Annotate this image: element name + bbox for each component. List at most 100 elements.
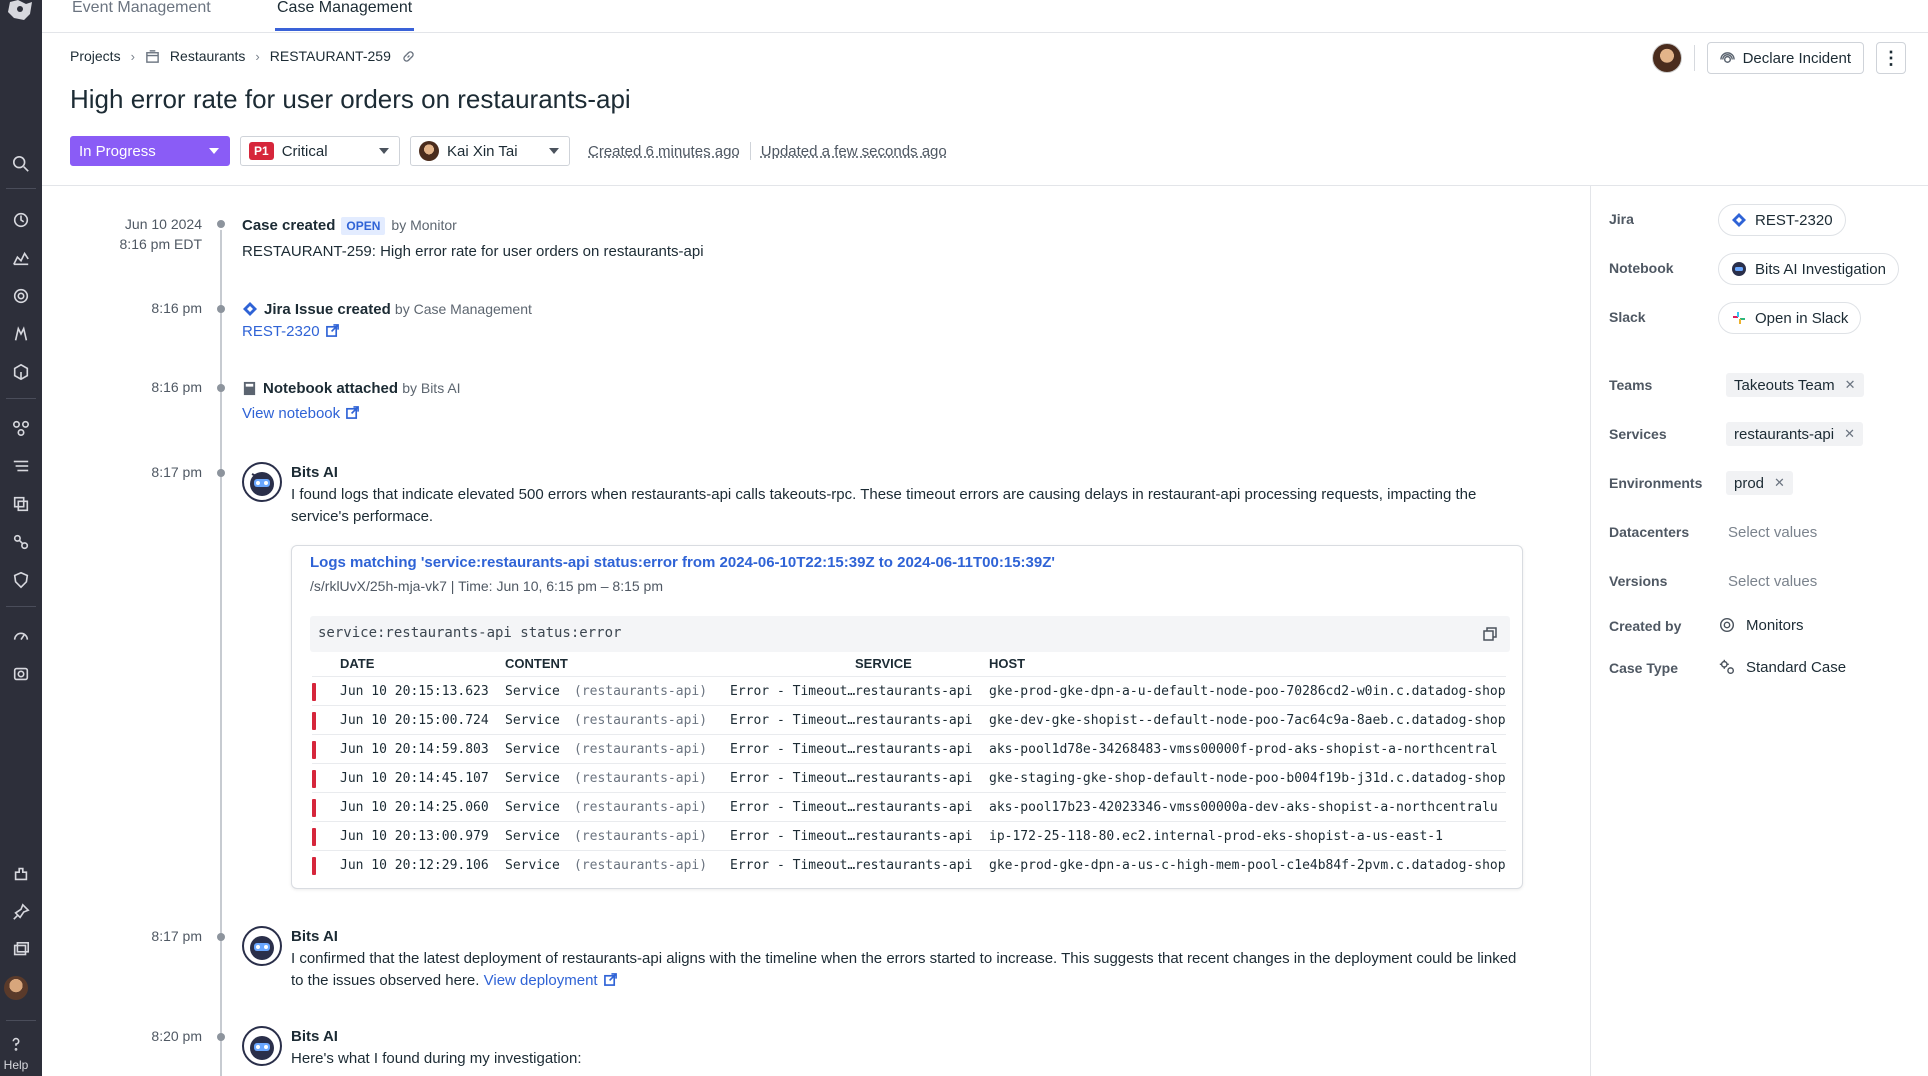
priority-select[interactable]: P1 Critical [240,136,400,166]
apm-icon[interactable] [7,414,35,442]
remove-icon[interactable]: ✕ [1845,377,1856,393]
datacenters-select[interactable]: Select values [1728,524,1817,541]
monitors-icon[interactable] [7,282,35,310]
integrations-icon[interactable] [7,860,35,888]
view-deployment-link[interactable]: View deployment [484,972,598,989]
table-row[interactable]: Jun 10 20:14:59.803 Service (restaurants… [312,734,1506,763]
recent-icon[interactable] [7,206,35,234]
tab-case-management[interactable]: Case Management [275,0,415,31]
jira-link-label[interactable]: REST-2320 [242,323,320,340]
org-icon[interactable] [7,936,35,964]
row-content-service: (restaurants-api) [574,829,708,844]
row-content: Service [505,684,560,699]
notebook-link[interactable]: View notebook [242,403,360,425]
col-host[interactable]: HOST [989,656,1025,671]
slack-value: Open in Slack [1755,309,1849,327]
notebook-link-label[interactable]: View notebook [242,405,340,422]
author-name: Bits AI [291,1028,338,1045]
table-row[interactable]: Jun 10 20:15:13.623 Service (restaurants… [312,676,1506,705]
header-actions: Declare Incident ⋮ [1651,42,1906,74]
logs-query-link[interactable]: Logs matching 'service:restaurants-api s… [310,554,1055,571]
infrastructure-icon[interactable] [7,358,35,386]
row-content-msg: Error - Timeout… [730,829,856,844]
created-by-value: Monitors [1718,616,1804,634]
row-service: restaurants-api [855,742,973,757]
author-name: Bits AI [291,928,338,945]
help-icon[interactable] [2,1030,30,1058]
user-avatar[interactable] [4,976,28,1000]
row-content-service: (restaurants-api) [574,771,708,786]
slack-pill[interactable]: Open in Slack [1718,302,1862,334]
synthetics-icon[interactable] [7,528,35,556]
participant-avatar[interactable] [1651,43,1682,73]
services-value: restaurants-api [1734,425,1835,443]
row-service: restaurants-api [855,713,973,728]
remove-icon[interactable]: ✕ [1844,426,1855,442]
col-date[interactable]: DATE [340,656,374,671]
link-icon[interactable] [401,49,416,64]
table-row[interactable]: Jun 10 20:14:45.107 Service (restaurants… [312,763,1506,792]
more-options-icon[interactable]: ⋮ [1876,42,1906,74]
meta-divider [749,142,751,160]
chevron-right-icon: › [130,48,135,64]
security-icon[interactable] [7,320,35,348]
tab-event-management[interactable]: Event Management [70,0,213,31]
app-root: Help Event Management Case Management Pr… [0,0,1928,1076]
pin-icon[interactable] [7,898,35,926]
versions-select[interactable]: Select values [1728,573,1817,590]
row-date: Jun 10 20:15:13.623 [340,684,489,699]
services-label: Services [1609,426,1667,442]
assignee-select[interactable]: Kai Xin Tai [410,136,570,166]
search-icon[interactable] [7,150,35,178]
table-row[interactable]: Jun 10 20:15:00.724 Service (restaurants… [312,705,1506,734]
services-tag: restaurants-api ✕ [1726,422,1863,446]
event-title: Notebook attached [263,380,399,397]
declare-incident-button[interactable]: Declare Incident [1706,42,1864,74]
query-text: service:restaurants-api status:error [318,625,622,641]
logs-icon[interactable] [7,452,35,480]
error-status-bar [312,741,316,759]
shield-icon[interactable] [7,566,35,594]
copy-icon[interactable] [1482,626,1498,642]
row-content-service: (restaurants-api) [574,684,708,699]
event-title: Jira Issue created [264,301,391,318]
event-title: Case created [242,217,336,234]
rum-icon[interactable] [7,490,35,518]
table-row[interactable]: Jun 10 20:14:25.060 Service (restaurants… [312,792,1506,821]
table-row[interactable]: Jun 10 20:13:00.979 Service (restaurants… [312,821,1506,850]
row-content-msg: Error - Timeout… [730,771,856,786]
bits-ai-icon [1732,262,1746,276]
row-content-service: (restaurants-api) [574,800,708,815]
table-row[interactable]: Jun 10 20:12:29.106 Service (restaurants… [312,850,1506,879]
row-host: aks-pool1d78e-34268483-vmss00000f-prod-a… [989,742,1498,757]
jira-pill[interactable]: REST-2320 [1718,204,1846,236]
created-by-text: Monitors [1746,616,1804,634]
slack-label: Slack [1609,309,1646,325]
service-mgmt-icon[interactable] [7,660,35,688]
col-service[interactable]: SERVICE [855,656,912,671]
help-label[interactable]: Help [0,1058,32,1072]
jira-link[interactable]: REST-2320 [242,321,339,343]
row-host: gke-prod-gke-dpn-a-us-c-high-mem-pool-c1… [989,858,1506,873]
event-body: I confirmed that the latest deployment o… [291,948,1531,992]
notebook-pill[interactable]: Bits AI Investigation [1718,253,1899,285]
bits-ai-avatar [242,926,282,966]
created-time: Created 6 minutes ago [588,142,740,160]
event-body: RESTAURANT-259: High error rate for user… [242,243,704,260]
remove-icon[interactable]: ✕ [1774,475,1785,491]
event-body: I found logs that indicate elevated 500 … [291,486,1477,525]
status-select[interactable]: In Progress [70,136,230,166]
event-time: 8:20 pm [151,1028,202,1044]
performance-icon[interactable] [7,622,35,650]
datadog-logo[interactable] [4,0,38,22]
event-by: by Case Management [394,301,532,317]
timeline-dot [217,384,225,392]
col-content[interactable]: CONTENT [505,656,568,671]
event-jira-created: Jira Issue created by Case Management [242,298,532,321]
row-content: Service [505,713,560,728]
dashboards-icon[interactable] [7,244,35,272]
environments-value: prod [1734,474,1765,492]
breadcrumb-projects[interactable]: Projects [70,48,121,64]
row-host: gke-prod-gke-dpn-a-u-default-node-poo-70… [989,684,1506,699]
breadcrumb-restaurants[interactable]: Restaurants [170,48,245,64]
